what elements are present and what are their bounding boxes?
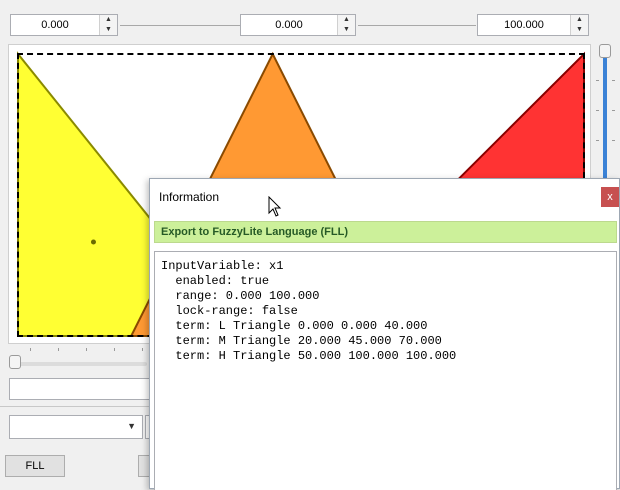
export-header-banner: Export to FuzzyLite Language (FLL) xyxy=(154,221,617,243)
dialog-titlebar[interactable]: Information x xyxy=(150,179,619,215)
range-maximum-value: 100.000 xyxy=(504,19,544,31)
vertical-slider-tick xyxy=(612,140,615,141)
panel-divider xyxy=(0,406,150,407)
close-icon[interactable]: x xyxy=(601,187,619,207)
code-line: enabled: true xyxy=(161,274,270,288)
range-minimum-spinbox[interactable]: 0.000 ▲ ▼ xyxy=(10,14,118,36)
range-minimum-value: 0.000 xyxy=(41,19,69,31)
spin-down-arrow-icon[interactable]: ▼ xyxy=(338,25,355,35)
code-line: term: H Triangle 50.000 100.000 100.000 xyxy=(161,349,457,363)
horizontal-slider-tick xyxy=(86,348,87,351)
horizontal-slider-tick xyxy=(30,348,31,351)
spin-up-arrow-icon[interactable]: ▲ xyxy=(338,15,355,25)
vertical-slider-tick xyxy=(596,110,599,111)
export-header-text: Export to FuzzyLite Language (FLL) xyxy=(161,226,348,238)
dropdown-arrow-icon: ▼ xyxy=(127,421,136,431)
fll-code-textarea[interactable]: InputVariable: x1 enabled: true range: 0… xyxy=(154,251,617,490)
horizontal-slider-tick xyxy=(58,348,59,351)
horizontal-slider-tick xyxy=(142,348,143,351)
range-value-value: 0.000 xyxy=(275,19,303,31)
term-centroid-marker xyxy=(90,239,96,245)
range-divider-left xyxy=(120,25,240,26)
range-divider-right xyxy=(358,25,476,26)
fll-button[interactable]: FLL xyxy=(5,455,65,477)
dialog-title: Information xyxy=(159,190,220,204)
vertical-slider-tick xyxy=(596,140,599,141)
code-line: lock-range: false xyxy=(161,304,298,318)
spin-up-arrow-icon[interactable]: ▲ xyxy=(571,15,588,25)
spin-down-arrow-icon[interactable]: ▼ xyxy=(571,25,588,35)
range-value-spinbox[interactable]: 0.000 ▲ ▼ xyxy=(240,14,356,36)
code-line: InputVariable: x1 xyxy=(161,259,284,273)
mouse-pointer-icon xyxy=(268,196,282,217)
spin-up-arrow-icon[interactable]: ▲ xyxy=(100,15,117,25)
code-line: term: L Triangle 0.000 0.000 40.000 xyxy=(161,319,428,333)
fll-code-text: InputVariable: x1 enabled: true range: 0… xyxy=(161,259,456,364)
horizontal-slider-handle[interactable] xyxy=(9,355,21,369)
vertical-slider-tick xyxy=(596,80,599,81)
vertical-slider-tick xyxy=(612,110,615,111)
horizontal-slider-tick xyxy=(114,348,115,351)
spin-down-arrow-icon[interactable]: ▼ xyxy=(100,25,117,35)
code-line: range: 0.000 100.000 xyxy=(161,289,320,303)
value-output-field[interactable] xyxy=(9,378,151,400)
term-select-dropdown[interactable]: ▼ xyxy=(9,415,143,439)
range-maximum-spinbox[interactable]: 100.000 ▲ ▼ xyxy=(477,14,589,36)
horizontal-slider-track[interactable] xyxy=(12,362,147,366)
information-dialog: Information x Export to FuzzyLite Langua… xyxy=(149,178,620,490)
vertical-slider-handle[interactable] xyxy=(599,44,611,58)
code-line: term: M Triangle 20.000 45.000 70.000 xyxy=(161,334,442,348)
vertical-slider-tick xyxy=(612,80,615,81)
